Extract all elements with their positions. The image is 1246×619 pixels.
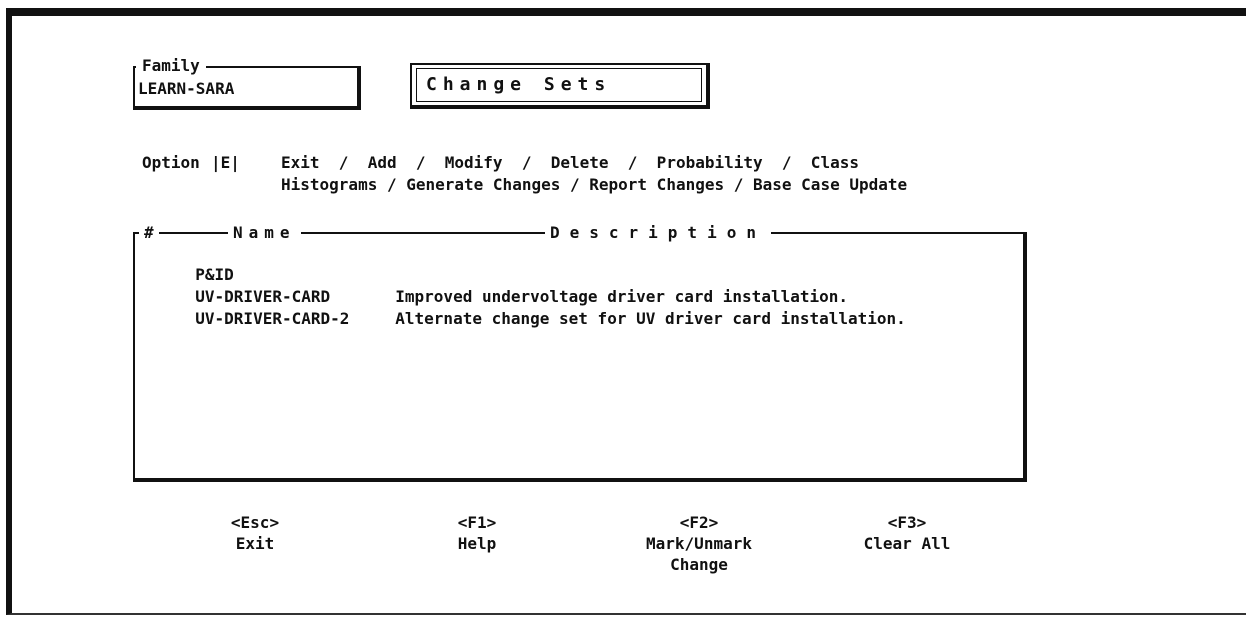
key-action: Clear All	[863, 534, 951, 553]
column-header-number: #	[139, 224, 159, 242]
column-header-name: Name	[228, 224, 301, 242]
key-label: <Esc>	[230, 513, 280, 532]
list-item[interactable]: UV-DRIVER-CARD-2 Alternate change set for…	[176, 292, 906, 328]
list-item-name: UV-DRIVER-CARD-2	[195, 309, 350, 328]
f3-clear-all-key[interactable]: <F3> Clear All	[842, 512, 972, 554]
list-item-description: Alternate change set for UV driver card …	[395, 309, 906, 328]
f2-mark-key[interactable]: <F2> Mark/Unmark Change	[624, 512, 774, 575]
key-action: Mark/Unmark	[646, 534, 752, 553]
family-value[interactable]: LEARN-SARA	[138, 80, 234, 98]
key-label: <F3>	[887, 513, 927, 532]
option-label: Option	[142, 153, 200, 172]
esc-exit-key[interactable]: <Esc> Exit	[200, 512, 310, 554]
key-label: <F2>	[679, 513, 719, 532]
page-title: Change Sets	[426, 74, 612, 95]
key-label: <F1>	[457, 513, 497, 532]
option-menu-line-2[interactable]: Histograms / Generate Changes / Report C…	[281, 176, 907, 194]
key-action-line2: Change	[670, 555, 728, 574]
f1-help-key[interactable]: <F1> Help	[422, 512, 532, 554]
key-action: Help	[457, 534, 497, 553]
family-legend: Family	[136, 57, 206, 75]
option-menu-line-1[interactable]: Exit / Add / Modify / Delete / Probabili…	[281, 154, 859, 172]
key-action: Exit	[235, 534, 275, 553]
option-input[interactable]: |E|	[211, 154, 240, 172]
column-header-description: Description	[545, 224, 771, 242]
